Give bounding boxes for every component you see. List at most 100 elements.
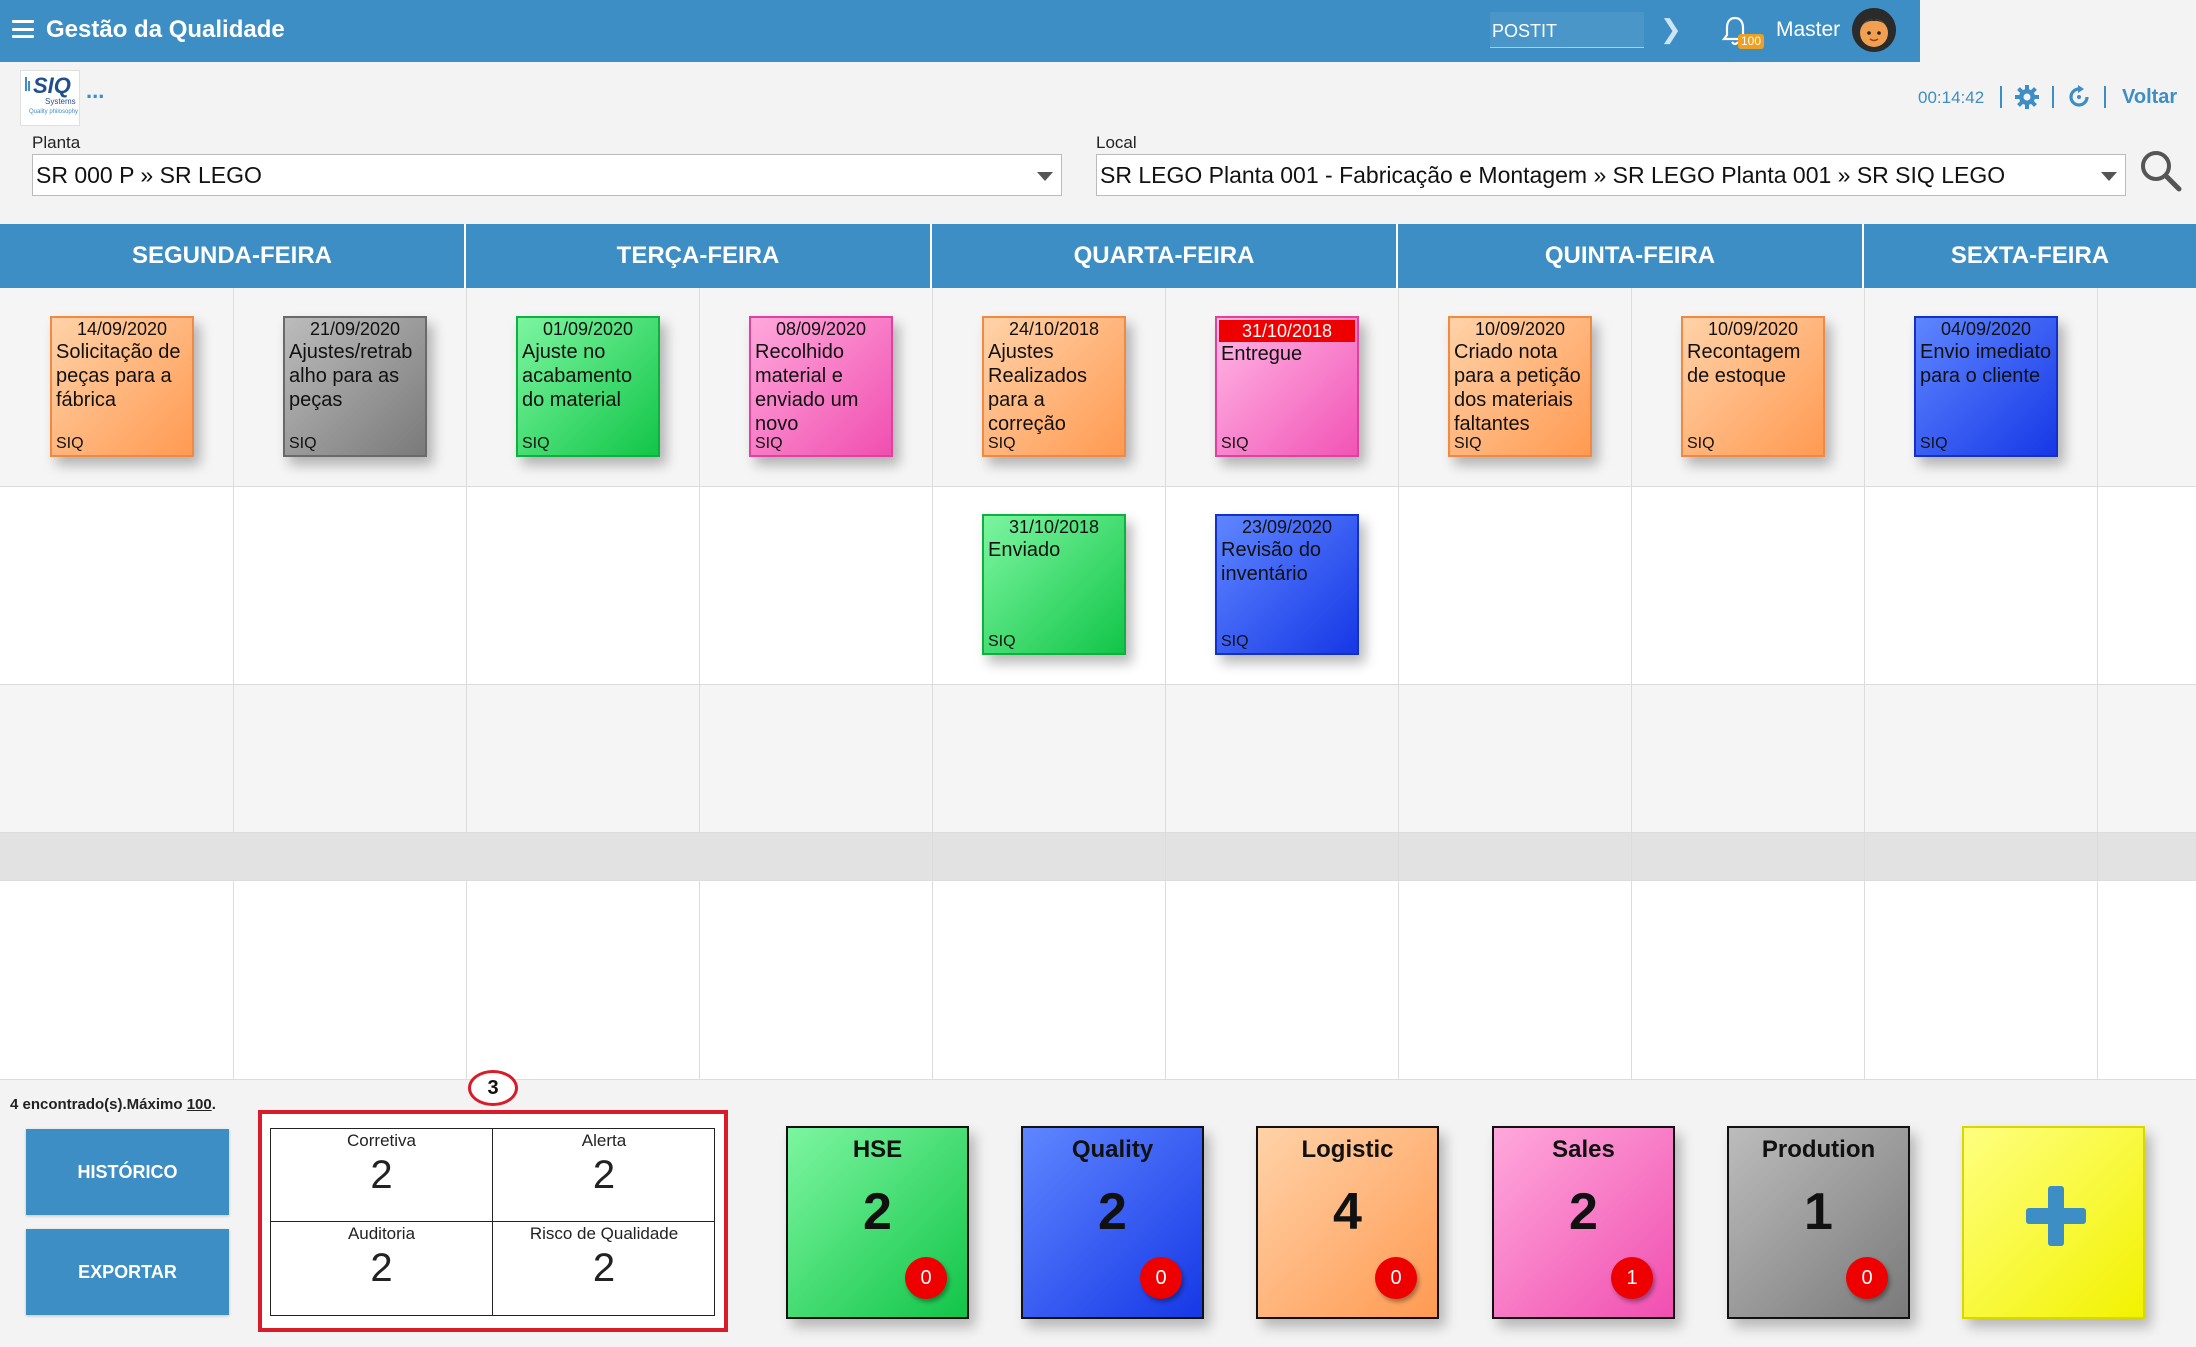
- grid-line: [1165, 288, 1166, 1080]
- note-tag: SIQ: [1221, 435, 1249, 452]
- note-tag: SIQ: [755, 435, 783, 452]
- day-header-monday: SEGUNDA-FEIRA: [0, 224, 466, 288]
- postit-note[interactable]: 10/09/2020 Criado nota para a petição do…: [1448, 316, 1592, 457]
- plant-label: Planta: [32, 133, 81, 152]
- postit-note[interactable]: 04/09/2020 Envio imediato para o cliente…: [1914, 316, 2058, 457]
- grid-line: [0, 832, 2196, 833]
- category-name: Sales: [1552, 1136, 1615, 1163]
- category-card-logistic[interactable]: Logistic 4 0: [1256, 1126, 1439, 1319]
- note-date: 14/09/2020: [76, 319, 168, 339]
- note-date: 04/09/2020: [1940, 319, 2032, 339]
- grid-line: [699, 880, 700, 1080]
- category-count: 2: [1569, 1183, 1598, 1241]
- summary-label: Corretiva: [347, 1131, 416, 1150]
- note-date: 01/09/2020: [542, 319, 634, 339]
- avatar[interactable]: [1852, 8, 1896, 52]
- type-summary-table: Corretiva 2 Alerta 2 Auditoria 2 Risco d…: [270, 1128, 715, 1316]
- day-header-tuesday: TERÇA-FEIRA: [466, 224, 932, 288]
- postit-note[interactable]: 08/09/2020 Recolhido material e enviado …: [749, 316, 893, 457]
- export-button[interactable]: EXPORTAR: [26, 1229, 229, 1315]
- postit-note[interactable]: 21/09/2020 Ajustes/retrab alho para as p…: [283, 316, 427, 457]
- grid-line: [1398, 288, 1399, 1080]
- note-text: Recolhido material e enviado um novo: [755, 341, 859, 435]
- note-tag: SIQ: [988, 435, 1016, 452]
- category-alert-badge: 1: [1611, 1257, 1653, 1299]
- gear-icon[interactable]: [2014, 84, 2040, 110]
- note-tag: SIQ: [522, 435, 550, 452]
- summary-cell-corretiva[interactable]: Corretiva 2: [271, 1129, 493, 1222]
- toolbar-divider: [2000, 86, 2002, 108]
- note-text: Entregue: [1221, 343, 1303, 365]
- grid-line: [466, 288, 467, 832]
- grid-line: [1864, 288, 1865, 1080]
- avatar-face-icon: [1852, 8, 1896, 52]
- note-tag: SIQ: [1221, 633, 1249, 650]
- grid-line: [0, 1079, 2196, 1080]
- plant-select[interactable]: SR 000 P » SR LEGO: [32, 154, 1062, 196]
- chevron-right-icon[interactable]: ❯: [1660, 16, 1682, 42]
- category-alert-badge: 0: [1375, 1257, 1417, 1299]
- chevron-down-icon: [2101, 172, 2117, 181]
- summary-cell-auditoria[interactable]: Auditoria 2: [271, 1222, 493, 1315]
- note-tag: SIQ: [988, 633, 1016, 650]
- postit-note[interactable]: 24/10/2018 Ajustes Realizados para a cor…: [982, 316, 1126, 457]
- annotation-marker: 3: [468, 1070, 518, 1106]
- hamburger-menu-icon[interactable]: [12, 20, 34, 38]
- category-alert-badge: 0: [905, 1257, 947, 1299]
- day-header-friday: SEXTA-FEIRA: [1864, 224, 2196, 288]
- summary-label: Risco de Qualidade: [529, 1224, 679, 1243]
- postit-note[interactable]: 10/09/2020 Recontagem de estoque SIQ: [1681, 316, 1825, 457]
- back-link[interactable]: Voltar: [2122, 86, 2177, 109]
- note-text: Envio imediato para o cliente: [1920, 341, 2052, 387]
- results-max-link[interactable]: 100: [187, 1096, 212, 1113]
- note-date: 10/09/2020: [1474, 319, 1566, 339]
- category-count: 4: [1333, 1183, 1362, 1241]
- category-count: 2: [863, 1183, 892, 1241]
- postit-search-input[interactable]: [1490, 12, 1644, 48]
- summary-value: 2: [370, 1153, 393, 1197]
- history-button[interactable]: HISTÓRICO: [26, 1129, 229, 1215]
- grid-line: [932, 288, 933, 1080]
- siq-logo: SIQ Systems Quality philosophy: [20, 70, 80, 126]
- category-name: Logistic: [1301, 1136, 1394, 1163]
- day-header-wednesday: QUARTA-FEIRA: [932, 224, 1398, 288]
- grid-line: [699, 288, 700, 832]
- kanban-board: SEGUNDA-FEIRA TERÇA-FEIRA QUARTA-FEIRA Q…: [0, 224, 2196, 1080]
- category-card-sales[interactable]: Sales 2 1: [1492, 1126, 1675, 1319]
- note-date: 24/10/2018: [1008, 319, 1100, 339]
- refresh-icon[interactable]: [2066, 84, 2092, 110]
- postit-note[interactable]: 23/09/2020 Revisão do inventário SIQ: [1215, 514, 1359, 655]
- grid-line: [2097, 288, 2098, 1080]
- category-card-prodution[interactable]: Prodution 1 0: [1727, 1126, 1910, 1319]
- note-tag: SIQ: [1454, 435, 1482, 452]
- top-bar: Gestão da Qualidade ❯ 100 Master: [0, 0, 1920, 62]
- category-card-hse[interactable]: HSE 2 0: [786, 1126, 969, 1319]
- user-name[interactable]: Master: [1776, 18, 1840, 42]
- note-date: 31/10/2018: [1008, 517, 1100, 537]
- postit-note[interactable]: 31/10/2018 Entregue SIQ: [1215, 316, 1359, 457]
- app-root: Gestão da Qualidade ❯ 100 Master SIQ Sys…: [0, 0, 2196, 1347]
- more-options-link[interactable]: ...: [86, 78, 104, 104]
- postit-note[interactable]: 01/09/2020 Ajuste no acabamento do mater…: [516, 316, 660, 457]
- summary-cell-alerta[interactable]: Alerta 2: [493, 1129, 715, 1222]
- note-date: 21/09/2020: [309, 319, 401, 339]
- grid-line: [233, 880, 234, 1080]
- postit-note[interactable]: 14/09/2020 Solicitação de peças para a f…: [50, 316, 194, 457]
- postit-note[interactable]: 31/10/2018 Enviado SIQ: [982, 514, 1126, 655]
- plus-icon: [2026, 1186, 2086, 1246]
- grid-line: [0, 684, 2196, 685]
- logo-text: SIQ: [33, 73, 71, 98]
- notification-badge: 100: [1738, 34, 1765, 49]
- local-select[interactable]: SR LEGO Planta 001 - Fabricação e Montag…: [1096, 154, 2126, 196]
- add-postit-button[interactable]: [1962, 1126, 2145, 1319]
- summary-cell-risco-de-qualidade[interactable]: Risco de Qualidade 2: [493, 1222, 715, 1315]
- category-card-quality[interactable]: Quality 2 0: [1021, 1126, 1204, 1319]
- search-icon[interactable]: [2138, 148, 2182, 192]
- category-alert-badge: 0: [1140, 1257, 1182, 1299]
- summary-value: 2: [592, 1153, 616, 1197]
- note-date: 23/09/2020: [1241, 517, 1333, 537]
- board-row: [0, 684, 2196, 832]
- note-date-overdue: 31/10/2018: [1219, 320, 1355, 342]
- category-name: Quality: [1071, 1136, 1154, 1163]
- toolbar-divider: [2052, 86, 2054, 108]
